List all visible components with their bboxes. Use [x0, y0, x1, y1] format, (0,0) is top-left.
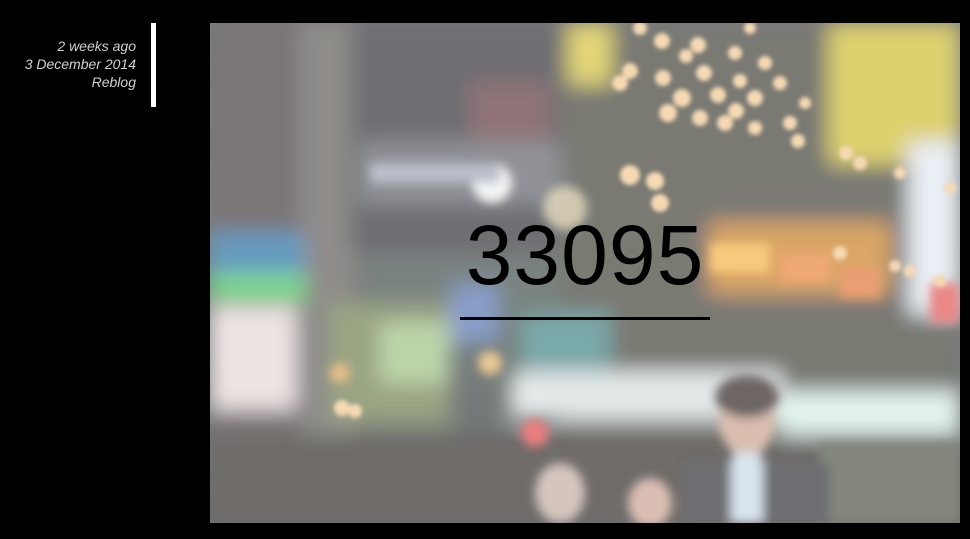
post-photo[interactable]: 33095 [210, 23, 960, 523]
count-underline [460, 317, 710, 320]
post-meta: 2 weeks ago 3 December 2014 Reblog [0, 23, 156, 107]
post-count: 33095 [465, 208, 705, 302]
post-meta-text: 2 weeks ago 3 December 2014 Reblog [25, 37, 136, 91]
date-link[interactable]: 3 December 2014 [25, 55, 136, 73]
meta-accent-bar [151, 23, 156, 107]
reblog-link[interactable]: Reblog [25, 73, 136, 91]
page: 2 weeks ago 3 December 2014 Reblog 33095 [0, 0, 970, 539]
count-block: 33095 [460, 213, 710, 320]
relative-time-link[interactable]: 2 weeks ago [25, 37, 136, 55]
